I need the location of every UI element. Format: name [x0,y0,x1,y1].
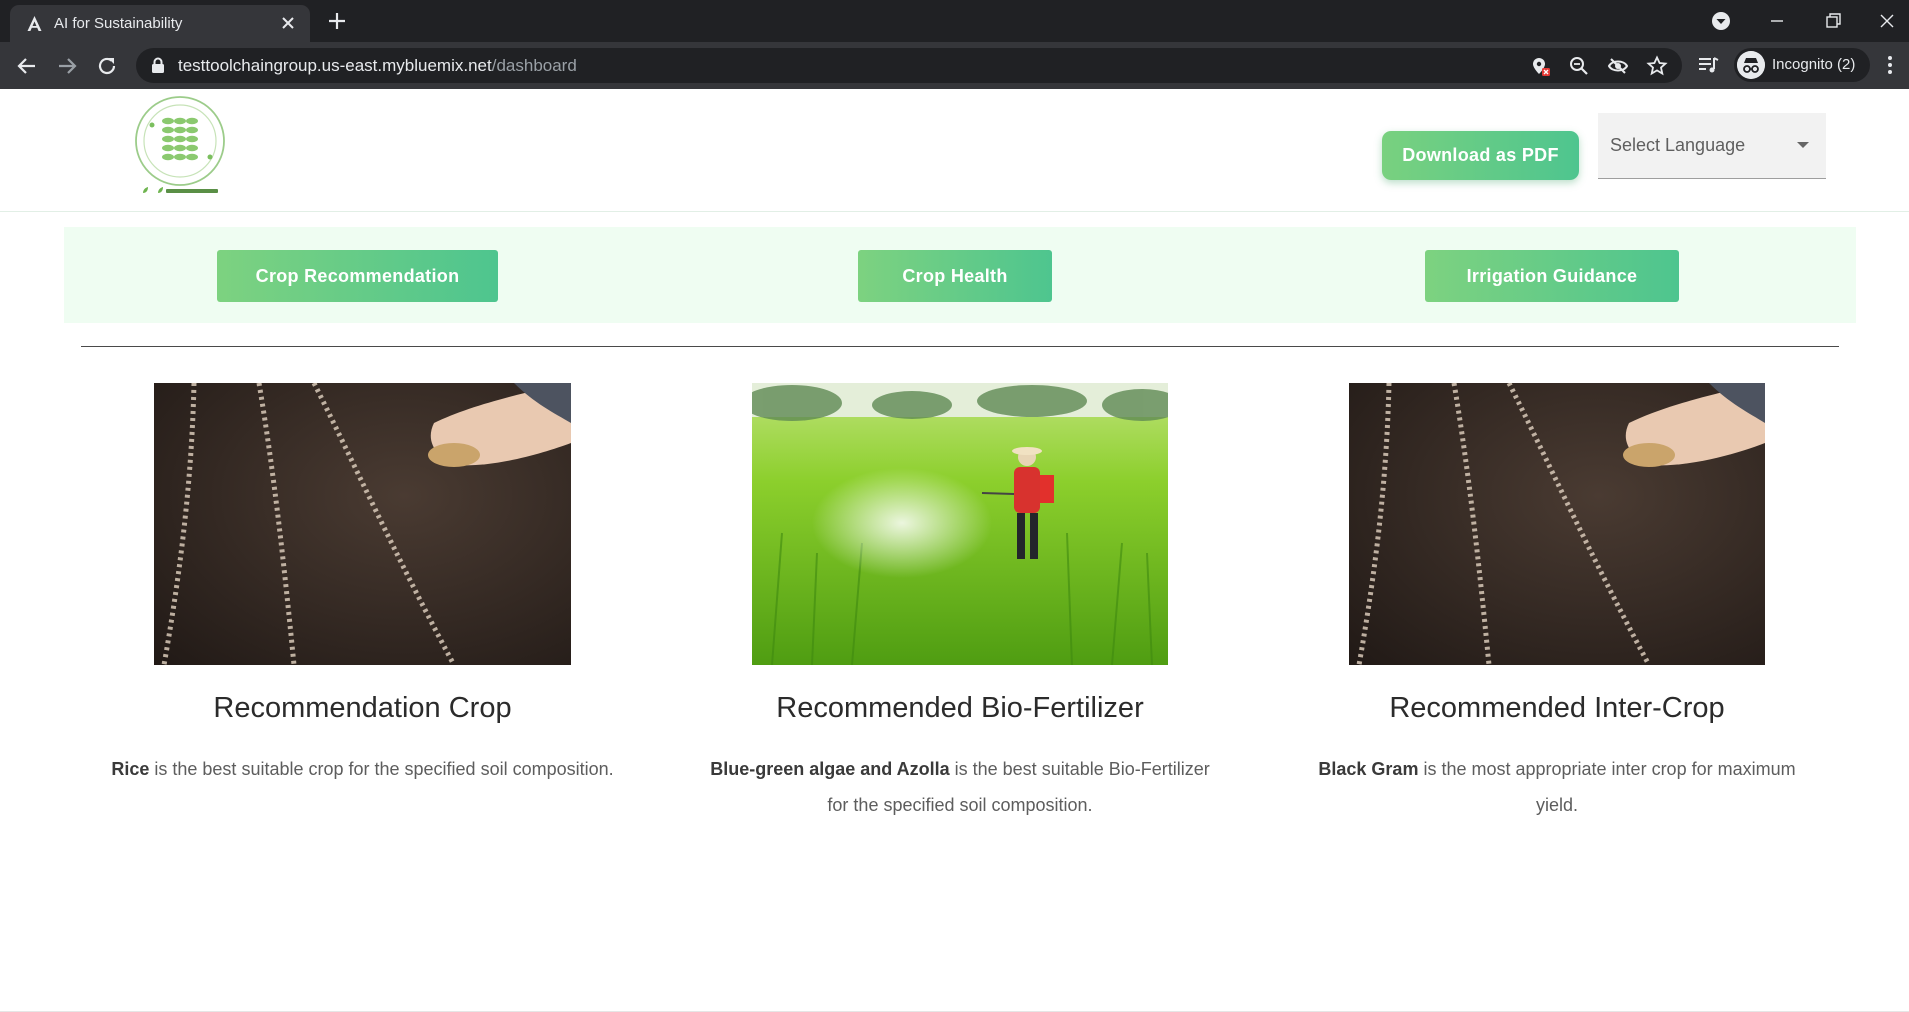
arrow-left-icon[interactable] [15,54,39,78]
recommended-intercrop-value: Black Gram [1318,759,1419,779]
card-title: Recommended Inter-Crop [1389,692,1725,724]
browser-toolbar: testtoolchaingroup.us-east.mybluemix.net… [0,42,1909,89]
agventure-logo[interactable] [132,95,228,199]
card-title: Recommendation Crop [213,692,512,724]
card-description: Blue-green algae and Azolla is the best … [700,751,1220,823]
reload-icon[interactable] [95,54,119,78]
rice-field-sprayer-photo [752,383,1168,665]
close-icon[interactable] [1876,10,1898,32]
browser-tab-bar: AI for Sustainability [0,0,1909,42]
minimize-icon[interactable] [1766,10,1788,32]
location-blocked-icon[interactable] [1529,55,1551,77]
incognito-profile-button[interactable]: Incognito (2) [1734,48,1870,82]
url-host: testtoolchaingroup.us-east.mybluemix.net [178,56,492,75]
tab-crop-recommendation[interactable]: Crop Recommendation [217,250,498,302]
zoom-out-icon[interactable] [1568,55,1590,77]
tab-crop-health[interactable]: Crop Health [858,250,1052,302]
card-title: Recommended Bio-Fertilizer [776,692,1144,724]
restore-icon[interactable] [1822,10,1844,32]
recommended-crop-value: Rice [111,759,150,779]
eye-off-icon[interactable] [1607,55,1629,77]
address-bar[interactable]: testtoolchaingroup.us-east.mybluemix.net… [136,48,1682,83]
media-queue-icon[interactable] [1696,53,1720,77]
star-icon[interactable] [1646,55,1668,77]
card-description-text: is the most appropriate inter crop for m… [1418,759,1796,815]
card-description: Black Gram is the most appropriate inter… [1310,751,1804,823]
url-path: /dashboard [491,56,577,75]
feature-nav: Crop Recommendation Crop Health Irrigati… [64,227,1856,323]
section-divider [81,346,1839,347]
close-icon[interactable] [278,13,298,33]
kebab-menu-icon[interactable] [1878,53,1902,77]
language-select[interactable]: Select Language [1598,113,1826,179]
arrow-right-icon[interactable] [55,54,79,78]
url-text[interactable]: testtoolchaingroup.us-east.mybluemix.net… [178,56,577,76]
soil-seeds-hand-photo [1349,383,1765,665]
download-pdf-button[interactable]: Download as PDF [1382,131,1579,180]
recommended-biofertilizer-value: Blue-green algae and Azolla [710,759,950,779]
incognito-icon [1737,51,1765,79]
lock-icon[interactable] [150,57,166,74]
dashboard-page: Download as PDF Select Language Crop Rec… [0,89,1909,1012]
chevron-down-circle-icon[interactable] [1710,10,1732,32]
language-select-value: Select Language [1610,135,1746,155]
plus-icon[interactable] [326,10,348,32]
incognito-label: Incognito (2) [1772,56,1856,73]
site-header: Download as PDF Select Language [0,89,1909,212]
caret-down-icon [1797,142,1809,148]
tab-title: AI for Sustainability [54,15,183,32]
soil-seeds-hand-photo [154,383,571,665]
browser-tab[interactable]: AI for Sustainability [10,5,310,42]
card-description: Rice is the best suitable crop for the s… [90,751,635,787]
logo-a-icon [27,16,42,31]
tab-irrigation-guidance[interactable]: Irrigation Guidance [1425,250,1679,302]
card-description-text: is the best suitable crop for the specif… [149,759,614,779]
